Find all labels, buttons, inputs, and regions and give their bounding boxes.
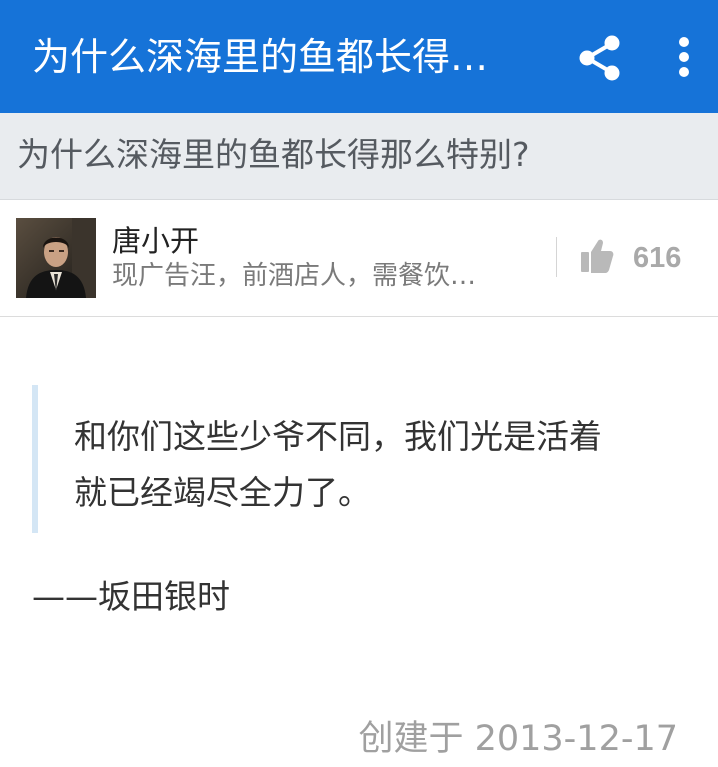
more-vertical-icon bbox=[679, 37, 689, 77]
share-button[interactable] bbox=[572, 30, 628, 86]
app-bar: 为什么深海里的鱼都长得… bbox=[0, 0, 718, 113]
attribution-text: ——坂田银时 bbox=[32, 577, 230, 616]
thumbs-up-icon bbox=[581, 239, 614, 273]
author-name[interactable]: 唐小开 bbox=[112, 222, 199, 260]
author-bio: 现广告汪，前酒店人，需餐饮… bbox=[112, 261, 477, 291]
blockquote: 和你们这些少爷不同，我们光是活着就已经竭尽全力了。 bbox=[32, 385, 652, 533]
quote-text: 和你们这些少爷不同，我们光是活着就已经竭尽全力了。 bbox=[74, 417, 602, 512]
upvote-button[interactable]: 616 bbox=[576, 236, 706, 280]
created-date: 创建于 2013-12-17 bbox=[358, 719, 678, 759]
answer-page: 为什么深海里的鱼都长得… 为什么深海里的鱼都长得那么特别? 唐小开 现广告汪，前… bbox=[0, 0, 718, 767]
question-title[interactable]: 为什么深海里的鱼都长得那么特别? bbox=[17, 133, 530, 177]
avatar-image bbox=[16, 218, 96, 298]
share-icon bbox=[579, 35, 620, 81]
author-row[interactable]: 唐小开 现广告汪，前酒店人，需餐饮… 616 bbox=[0, 200, 718, 317]
divider bbox=[556, 237, 557, 277]
question-header[interactable]: 为什么深海里的鱼都长得那么特别? bbox=[0, 113, 718, 200]
app-bar-title: 为什么深海里的鱼都长得… bbox=[32, 35, 489, 79]
quote-bar bbox=[32, 385, 38, 533]
more-options-button[interactable] bbox=[660, 30, 708, 86]
vote-count: 616 bbox=[633, 242, 682, 274]
avatar[interactable] bbox=[16, 218, 96, 298]
